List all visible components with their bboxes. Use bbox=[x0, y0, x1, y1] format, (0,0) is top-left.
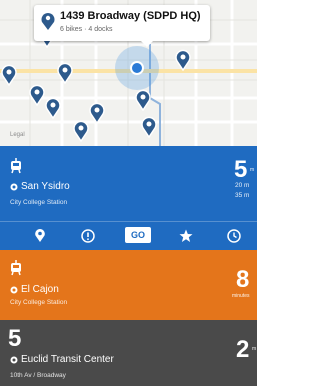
alert-icon[interactable] bbox=[77, 226, 99, 246]
action-toolbar: GO bbox=[0, 221, 257, 250]
bike-station-pin-icon[interactable] bbox=[134, 89, 152, 112]
clock-icon[interactable] bbox=[223, 226, 245, 246]
departure-destination: Euclid Transit Center bbox=[10, 354, 114, 365]
map-view[interactable]: 1439 Broadway (SDPD HQ) 6 bikes · 4 dock… bbox=[0, 0, 257, 146]
bike-station-pin-icon[interactable] bbox=[140, 116, 158, 139]
minutes-value: 2 bbox=[236, 336, 250, 363]
stop-name: 10th Av / Broadway bbox=[10, 372, 66, 379]
departure-destination: El Cajon bbox=[10, 284, 59, 295]
minutes-value: 8 bbox=[236, 266, 250, 293]
departure-card[interactable]: 5 Euclid Transit Center 10th Av / Broadw… bbox=[0, 320, 257, 386]
trolley-icon bbox=[10, 158, 22, 174]
map-legal-link[interactable]: Legal bbox=[10, 132, 25, 138]
destination-pin-icon bbox=[10, 356, 18, 363]
map-pin-icon[interactable] bbox=[29, 226, 51, 246]
stop-name: City College Station bbox=[10, 199, 68, 206]
bike-station-pin-icon[interactable] bbox=[56, 62, 74, 85]
current-location-icon bbox=[114, 45, 160, 91]
destination-label: Euclid Transit Center bbox=[21, 354, 114, 365]
bike-station-pin-icon[interactable] bbox=[174, 49, 192, 72]
minutes-unit: minutes bbox=[232, 293, 250, 299]
departure-destination: San Ysidro bbox=[10, 181, 70, 192]
go-button[interactable]: GO bbox=[125, 227, 151, 243]
bike-station-pin-icon[interactable] bbox=[0, 64, 18, 87]
minutes-value: 5 bbox=[234, 156, 248, 183]
destination-label: San Ysidro bbox=[21, 181, 70, 192]
destination-pin-icon bbox=[10, 286, 18, 293]
station-name: 1439 Broadway (SDPD HQ) bbox=[60, 10, 201, 22]
star-icon[interactable] bbox=[175, 226, 197, 246]
trolley-icon bbox=[10, 260, 22, 276]
stop-name: City College Station bbox=[10, 299, 68, 306]
station-availability: 6 bikes · 4 docks bbox=[60, 26, 113, 33]
bike-station-pin-icon bbox=[40, 11, 56, 31]
app-screen: 1439 Broadway (SDPD HQ) 6 bikes · 4 dock… bbox=[0, 0, 257, 386]
departure-card[interactable]: El Cajon City College Station 8 minutes bbox=[0, 250, 257, 320]
station-callout[interactable]: 1439 Broadway (SDPD HQ) 6 bikes · 4 dock… bbox=[34, 5, 210, 41]
callout-pointer bbox=[141, 41, 153, 47]
destination-pin-icon bbox=[10, 183, 18, 190]
route-number: 5 bbox=[8, 325, 22, 352]
minutes-unit: m bbox=[252, 346, 257, 352]
destination-label: El Cajon bbox=[21, 284, 59, 295]
minutes-unit: m bbox=[250, 167, 255, 173]
departure-card[interactable]: San Ysidro City College Station 5 m 20 m… bbox=[0, 146, 257, 221]
bike-station-pin-icon[interactable] bbox=[44, 97, 62, 120]
bike-station-pin-icon[interactable] bbox=[88, 102, 106, 125]
next-departure: 35 m bbox=[235, 192, 250, 199]
next-departure: 20 m bbox=[235, 182, 250, 189]
